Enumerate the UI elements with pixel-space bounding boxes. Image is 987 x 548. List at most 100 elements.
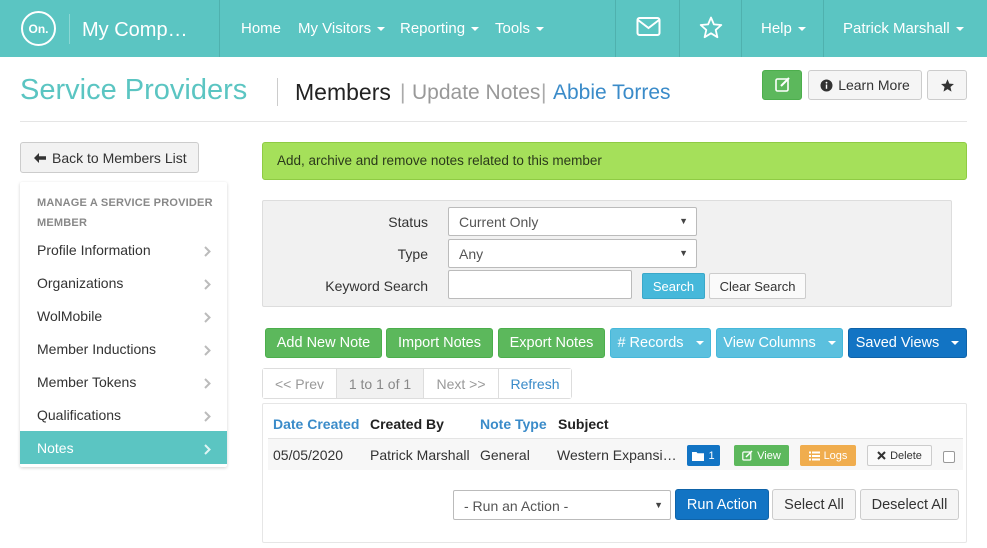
nav-home[interactable]: Home: [241, 20, 281, 37]
sidebar-item-member-inductions[interactable]: Member Inductions: [20, 332, 227, 365]
delete-note-button[interactable]: Delete: [867, 445, 932, 466]
cell-subject: Western Expansi…: [557, 447, 677, 463]
cell-date-created: 05/05/2020: [273, 447, 344, 463]
chevron-right-icon: [204, 310, 211, 326]
list-icon: [808, 451, 820, 460]
sidebar-item-notes[interactable]: Notes: [20, 431, 227, 464]
nav-user-menu[interactable]: Patrick Marshall: [843, 20, 964, 37]
status-select[interactable]: Current Only ▼: [448, 207, 697, 236]
row-select-checkbox[interactable]: [943, 451, 955, 463]
add-new-note-label: Add New Note: [276, 335, 371, 351]
logo-icon[interactable]: On.: [21, 11, 56, 46]
view-columns-dropdown-button[interactable]: View Columns: [716, 328, 843, 358]
run-action-button[interactable]: Run Action: [675, 489, 769, 520]
caret-down-icon: [951, 341, 960, 345]
cell-created-by: Patrick Marshall: [370, 447, 470, 463]
nav-my-visitors[interactable]: My Visitors: [298, 20, 386, 37]
status-select-value: Current Only: [459, 214, 539, 230]
nav-reporting[interactable]: Reporting: [400, 20, 480, 37]
deselect-all-button[interactable]: Deselect All: [860, 489, 959, 520]
dropdown-arrow-icon: ▼: [679, 216, 688, 226]
breadcrumb-separator: |: [400, 81, 406, 104]
page-info: 1 to 1 of 1: [337, 369, 424, 398]
sidebar-item-wolmobile[interactable]: WolMobile: [20, 299, 227, 332]
view-label: View: [757, 449, 781, 462]
next-page-button[interactable]: Next >>: [424, 369, 499, 398]
learn-more-button[interactable]: Learn More: [808, 70, 922, 100]
cell-note-type: General: [480, 447, 530, 463]
nav-help[interactable]: Help: [761, 20, 806, 37]
breadcrumb-members: Members: [295, 79, 391, 105]
breadcrumb-update-notes: Update Notes: [412, 81, 541, 104]
nav-divider: [679, 0, 680, 57]
star-icon: [940, 78, 954, 92]
export-notes-button[interactable]: Export Notes: [498, 328, 605, 358]
run-action-select[interactable]: - Run an Action - ▼: [453, 490, 671, 520]
chevron-right-icon: [204, 277, 211, 293]
brand[interactable]: On. My Comp…: [0, 0, 220, 57]
app-name[interactable]: My Comp…: [82, 19, 188, 42]
clear-search-button[interactable]: Clear Search: [709, 273, 806, 299]
type-select[interactable]: Any ▼: [448, 239, 697, 268]
column-header-note-type[interactable]: Note Type: [480, 416, 547, 432]
breadcrumb-separator: |: [541, 81, 547, 104]
dropdown-arrow-icon: ▼: [679, 248, 688, 258]
files-button[interactable]: 1: [687, 445, 720, 466]
star-icon[interactable]: [699, 16, 723, 42]
sidebar-item-label: Member Tokens: [37, 373, 137, 390]
arrow-left-icon: [34, 152, 46, 163]
sidebar-item-qualifications[interactable]: Qualifications: [20, 398, 227, 431]
import-notes-button[interactable]: Import Notes: [386, 328, 493, 358]
keyword-search-label: Keyword Search: [325, 278, 428, 294]
chevron-right-icon: [204, 442, 211, 458]
nav-divider: [741, 0, 742, 57]
caret-down-icon: [377, 27, 386, 32]
records-dropdown-button[interactable]: # Records: [610, 328, 711, 358]
files-count: 1: [708, 449, 715, 462]
header-divider: [20, 121, 967, 122]
saved-views-label: Saved Views: [855, 335, 940, 351]
refresh-button[interactable]: Refresh: [499, 369, 571, 398]
info-alert: Add, archive and remove notes related to…: [262, 142, 967, 180]
envelope-icon[interactable]: [636, 16, 661, 41]
status-label: Status: [388, 214, 428, 230]
folder-icon: [692, 451, 705, 461]
search-button[interactable]: Search: [642, 273, 705, 299]
sidebar-item-label: WolMobile: [37, 307, 103, 324]
favorite-button[interactable]: [927, 70, 967, 100]
sidebar-menu: MANAGE A SERVICE PROVIDER MEMBER Profile…: [20, 182, 227, 467]
add-new-note-button[interactable]: Add New Note: [265, 328, 382, 358]
column-header-created-by: Created By: [370, 416, 444, 432]
logs-button[interactable]: Logs: [800, 445, 856, 466]
prev-page-button[interactable]: << Prev: [263, 369, 337, 398]
chevron-right-icon: [204, 343, 211, 359]
caret-down-icon: [471, 27, 480, 32]
caret-down-icon: [695, 341, 704, 345]
select-all-button[interactable]: Select All: [772, 489, 856, 520]
sidebar-item-label: Member Inductions: [37, 340, 157, 357]
view-note-button[interactable]: View: [734, 445, 789, 466]
chevron-right-icon: [204, 244, 211, 260]
back-label: Back to Members List: [52, 149, 187, 166]
saved-views-dropdown-button[interactable]: Saved Views: [848, 328, 967, 358]
sidebar-item-organizations[interactable]: Organizations: [20, 266, 227, 299]
dropdown-arrow-icon: ▼: [654, 500, 663, 510]
sidebar-item-member-tokens[interactable]: Member Tokens: [20, 365, 227, 398]
caret-down-icon: [536, 27, 545, 32]
back-to-members-button[interactable]: Back to Members List: [20, 142, 199, 173]
info-circle-icon: [820, 79, 833, 91]
column-header-date-created[interactable]: Date Created: [273, 416, 359, 432]
edit-button[interactable]: [762, 70, 802, 100]
sidebar-item-label: Profile Information: [37, 241, 151, 258]
sidebar-item-label: Notes: [37, 439, 74, 456]
import-notes-label: Import Notes: [398, 335, 481, 351]
records-label: # Records: [617, 335, 684, 351]
filter-panel: Status Current Only ▼ Type Any ▼ Keyword…: [262, 200, 952, 307]
page-title: Service Providers: [20, 74, 248, 106]
sidebar-heading: MANAGE A SERVICE PROVIDER MEMBER: [37, 197, 213, 229]
sidebar-item-profile-information[interactable]: Profile Information: [20, 233, 227, 266]
close-icon: [877, 451, 886, 460]
keyword-search-input[interactable]: [448, 270, 632, 299]
nav-tools[interactable]: Tools: [495, 20, 545, 37]
breadcrumb-member-name[interactable]: Abbie Torres: [553, 81, 671, 105]
